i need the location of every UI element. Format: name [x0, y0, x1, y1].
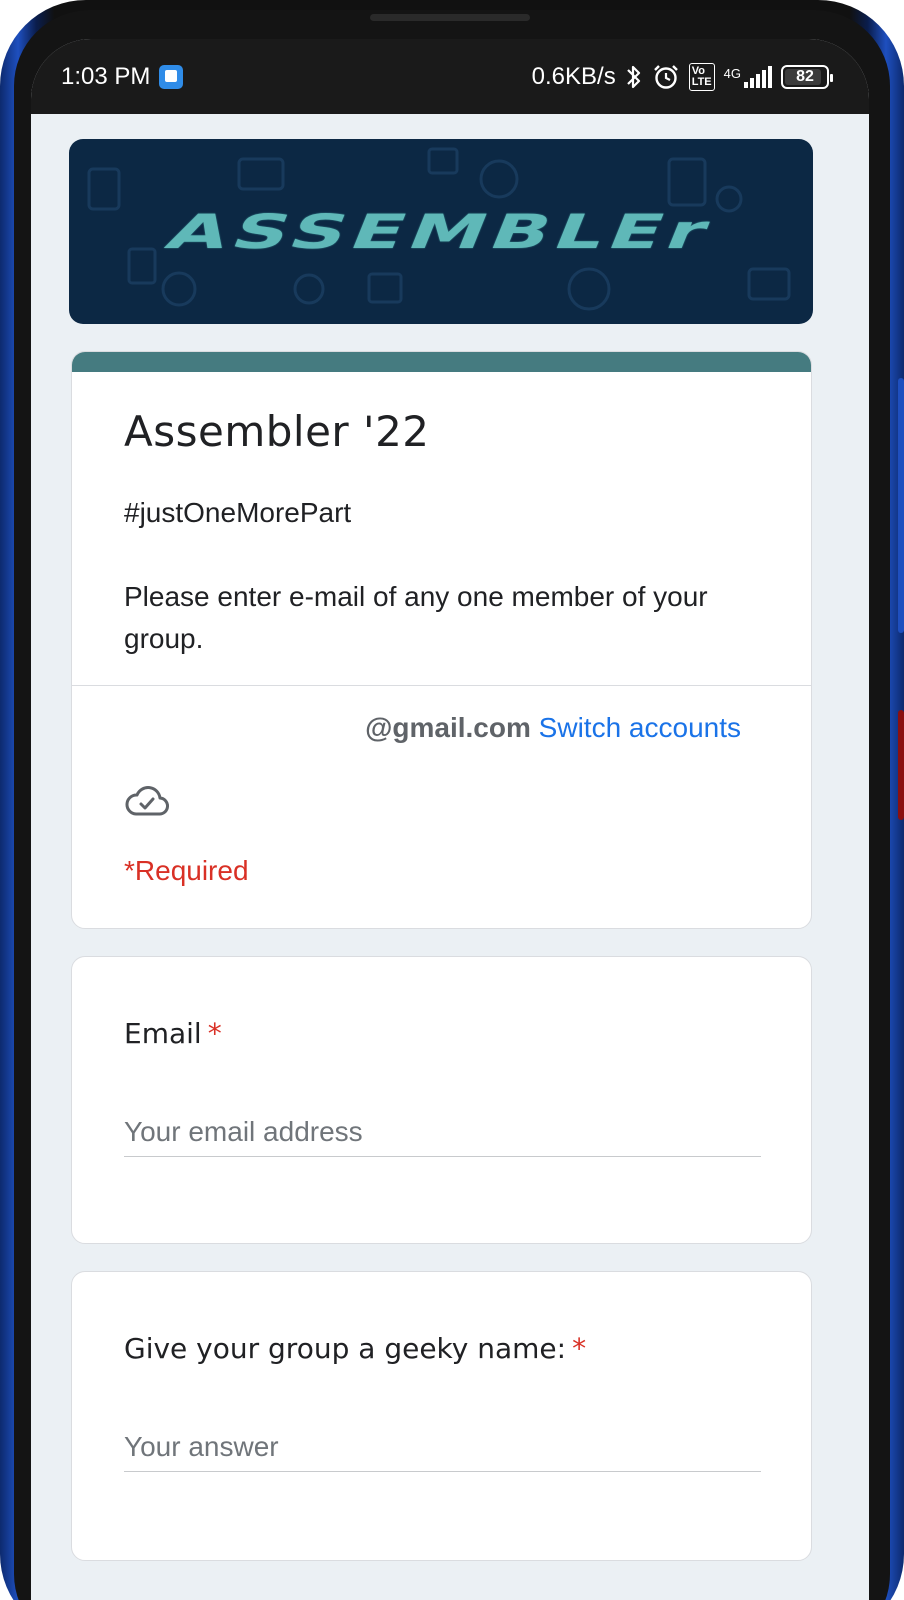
account-info: @gmail.com Switch accounts — [365, 712, 741, 744]
form-description: #justOneMorePart Please enter e-mail of … — [124, 492, 764, 660]
bluetooth-icon — [626, 65, 640, 88]
form-banner: ASSEMBLEr — [69, 139, 813, 324]
app-notification-icon — [159, 64, 184, 89]
switch-accounts-link[interactable]: Switch accounts — [539, 712, 741, 743]
network-type: 4G — [723, 65, 741, 81]
header-accent-bar — [72, 352, 811, 372]
question-title: Give your group a geeky name: — [124, 1332, 567, 1365]
speaker-grille — [370, 14, 530, 21]
form-title: Assembler '22 — [124, 407, 430, 456]
volume-button — [898, 378, 904, 633]
question-label: Give your group a geeky name: * — [124, 1332, 586, 1365]
divider — [72, 685, 811, 686]
status-bar: 1:03 PM 0.6KB/s Vo LTE 4G 82 — [31, 39, 869, 114]
screen: 1:03 PM 0.6KB/s Vo LTE 4G 82 ASSEMBLEr A… — [31, 39, 869, 1600]
battery-level: 82 — [796, 67, 814, 85]
required-asterisk: * — [572, 1332, 587, 1365]
required-note: *Required — [124, 855, 249, 886]
required-asterisk: * — [207, 1017, 222, 1050]
volte-icon: Vo LTE — [688, 62, 715, 91]
cloud-check-icon — [125, 786, 169, 816]
group-name-input[interactable] — [124, 1422, 761, 1472]
form-instructions: Please enter e-mail of any one member of… — [124, 581, 708, 654]
email-input[interactable] — [124, 1107, 761, 1157]
question-card-email: Email * — [71, 956, 812, 1244]
net-speed: 0.6KB/s — [531, 62, 616, 90]
power-button — [898, 710, 904, 820]
question-card-group-name: Give your group a geeky name: * — [71, 1271, 812, 1561]
status-time: 1:03 PM — [61, 62, 151, 90]
question-title: Email — [124, 1017, 202, 1050]
alarm-icon — [653, 64, 678, 89]
signal-icon — [744, 65, 772, 88]
question-label: Email * — [124, 1017, 222, 1050]
battery-icon: 82 — [781, 64, 833, 89]
account-email: @gmail.com — [365, 712, 531, 743]
form-header-card: Assembler '22 #justOneMorePart Please en… — [71, 351, 812, 929]
form-hashtag: #justOneMorePart — [124, 497, 352, 528]
banner-logo: ASSEMBLEr — [158, 203, 724, 260]
